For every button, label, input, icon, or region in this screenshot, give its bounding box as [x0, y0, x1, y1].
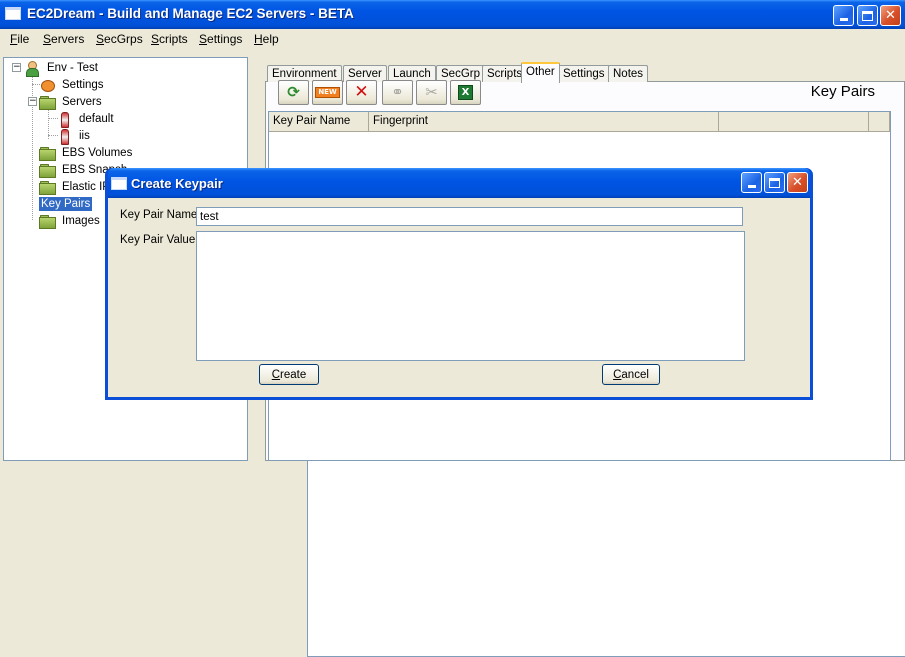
create-keypair-dialog: Create Keypair ✕ Key Pair Name Key Pair … — [105, 168, 813, 400]
close-icon: ✕ — [885, 8, 896, 23]
dialog-body: Key Pair Name Key Pair Value Create Canc… — [108, 198, 810, 397]
tools-button[interactable]: ✂ — [416, 80, 447, 105]
tree-node-key-pairs[interactable]: Key Pairs — [39, 196, 905, 657]
tree-node-key-pairs-label: Key Pairs — [39, 197, 93, 211]
maximize-icon — [862, 10, 873, 21]
column-header-fingerprint[interactable]: Fingerprint — [369, 112, 719, 132]
dialog-close-button[interactable]: ✕ — [787, 172, 808, 193]
menu-file[interactable]: File — [10, 31, 29, 47]
user-icon — [24, 61, 41, 77]
tab-notes[interactable]: Notes — [608, 65, 649, 82]
tree-collapse-env-icon[interactable]: − — [12, 63, 21, 72]
cancel-button[interactable]: Cancel — [602, 364, 660, 385]
key-pair-name-label: Key Pair Name — [120, 209, 198, 221]
tree-node-ebs-volumes-label: EBS Volumes — [62, 147, 133, 159]
delete-button[interactable]: ✕ — [346, 80, 377, 105]
menu-servers[interactable]: Servers — [43, 31, 84, 47]
tree-node-images[interactable]: Images — [39, 213, 102, 229]
key-pair-value-textarea[interactable] — [196, 231, 745, 361]
panel-title: Key Pairs — [810, 83, 875, 100]
menu-settings[interactable]: Settings — [199, 31, 242, 47]
dialog-titlebar[interactable]: Create Keypair ✕ — [108, 168, 810, 198]
dialog-maximize-button[interactable] — [764, 172, 785, 193]
tree-node-server-default[interactable]: default — [56, 111, 116, 128]
new-button[interactable]: NEW — [312, 80, 343, 105]
tree-node-server-default-label: default — [79, 113, 114, 125]
tree-node-settings-label: Settings — [62, 79, 104, 91]
tab-other[interactable]: Other — [521, 62, 560, 83]
tree-collapse-servers-icon[interactable]: − — [28, 97, 37, 106]
tree-node-env-label: Env - Test — [47, 62, 98, 74]
folder-icon — [39, 214, 56, 229]
tree-node-images-label: Images — [62, 215, 100, 227]
excel-icon: X — [457, 85, 474, 100]
close-button[interactable]: ✕ — [880, 5, 901, 26]
maximize-icon — [769, 177, 780, 188]
dialog-minimize-button[interactable] — [741, 172, 762, 193]
tree-node-servers[interactable]: Servers — [39, 94, 104, 110]
column-header-key-pair-name[interactable]: Key Pair Name — [269, 112, 369, 132]
folder-icon — [39, 146, 56, 161]
menu-secgrps[interactable]: SecGrps — [96, 31, 143, 47]
column-header-blank[interactable] — [719, 112, 869, 132]
tab-settings[interactable]: Settings — [558, 65, 610, 82]
table-header: Key Pair Name Fingerprint — [269, 112, 890, 132]
main-titlebar[interactable]: EC2Dream - Build and Manage EC2 Servers … — [0, 0, 905, 29]
minimize-button[interactable] — [833, 5, 854, 26]
tree-node-env[interactable]: Env - Test — [24, 60, 100, 77]
link-button[interactable]: ⚭ — [382, 80, 413, 105]
menu-bar: File Servers SecGrps Scripts Settings He… — [0, 29, 905, 49]
key-pair-name-input[interactable] — [196, 207, 743, 226]
tree-node-settings[interactable]: Settings — [39, 77, 106, 93]
close-icon: ✕ — [792, 175, 803, 190]
rocket-icon — [56, 129, 73, 145]
delete-icon: ✕ — [354, 82, 369, 102]
refresh-button[interactable]: ⟳ — [278, 80, 309, 105]
settings-icon — [39, 78, 56, 92]
rocket-icon — [56, 112, 73, 128]
tree-node-server-iis-label: iis — [79, 130, 90, 142]
window-app-icon — [5, 7, 21, 20]
minimize-icon — [747, 185, 756, 188]
folder-icon — [39, 180, 56, 195]
menu-help[interactable]: Help — [254, 31, 279, 47]
folder-icon — [39, 163, 56, 178]
window-title: EC2Dream - Build and Manage EC2 Servers … — [27, 6, 354, 21]
dialog-app-icon — [111, 177, 127, 190]
folder-icon — [39, 95, 56, 110]
tree-node-ebs-volumes[interactable]: EBS Volumes — [39, 145, 134, 161]
link-icon: ⚭ — [391, 83, 404, 101]
tools-icon: ✂ — [425, 83, 438, 101]
menu-scripts[interactable]: Scripts — [151, 31, 188, 47]
column-header-blank[interactable] — [869, 112, 890, 132]
tree-node-servers-label: Servers — [62, 96, 102, 108]
export-excel-button[interactable]: X — [450, 80, 481, 105]
minimize-icon — [839, 18, 848, 21]
refresh-icon: ⟳ — [287, 83, 300, 101]
key-pair-value-label: Key Pair Value — [120, 234, 196, 246]
create-button[interactable]: Create — [259, 364, 319, 385]
dialog-title: Create Keypair — [131, 176, 223, 191]
maximize-button[interactable] — [857, 5, 878, 26]
new-icon: NEW — [315, 87, 340, 98]
tree-node-server-iis[interactable]: iis — [56, 128, 92, 145]
